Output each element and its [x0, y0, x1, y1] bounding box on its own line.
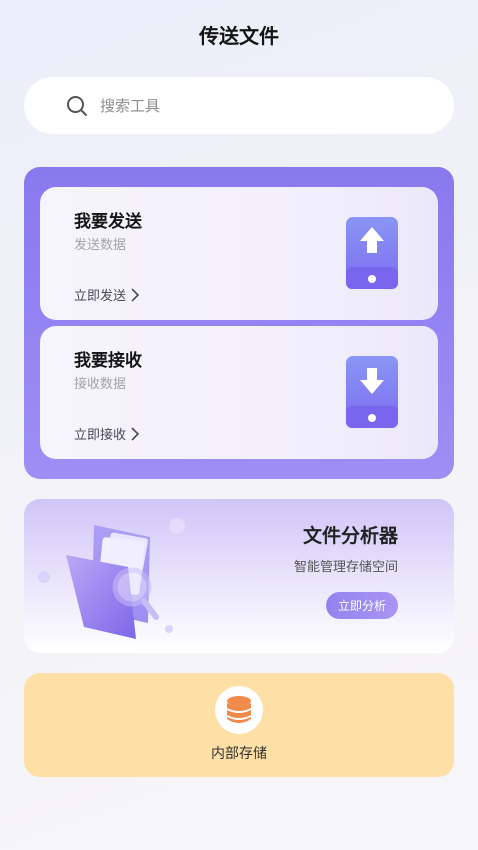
- page-title: 传送文件: [199, 24, 279, 48]
- chevron-right-icon: [131, 287, 140, 302]
- send-card[interactable]: 我要发送 发送数据 立即发送: [40, 187, 438, 320]
- analyzer-title: 文件分析器: [302, 525, 398, 547]
- send-title: 我要发送: [74, 212, 142, 232]
- chevron-right-icon: [131, 426, 140, 441]
- folder-magnifier-icon: [38, 518, 185, 639]
- receive-now-link[interactable]: 立即接收: [74, 424, 140, 443]
- search-placeholder: 搜索工具: [100, 97, 161, 115]
- file-analyzer-card[interactable]: 文件分析器 智能管理存储空间 立即分析: [24, 499, 454, 653]
- storage-icon-wrapper: [215, 686, 263, 734]
- analyze-now-button[interactable]: 立即分析: [326, 592, 398, 619]
- transfer-panel: 我要发送 发送数据 立即发送 我要接收 接收数据 立即接收: [24, 167, 454, 479]
- search-bar[interactable]: 搜索工具: [24, 77, 454, 134]
- search-icon: [67, 95, 87, 116]
- send-now-link[interactable]: 立即发送: [74, 285, 140, 304]
- send-subtitle: 发送数据: [74, 238, 127, 253]
- send-now-label: 立即发送: [74, 289, 127, 304]
- internal-storage-label: 内部存储: [211, 746, 267, 762]
- upload-phone-icon: [346, 217, 398, 289]
- receive-title: 我要接收: [74, 351, 142, 371]
- download-phone-icon: [346, 356, 398, 428]
- internal-storage-card[interactable]: 内部存储: [24, 673, 454, 777]
- analyzer-subtitle: 智能管理存储空间: [293, 560, 398, 575]
- receive-now-label: 立即接收: [74, 428, 127, 443]
- receive-card[interactable]: 我要接收 接收数据 立即接收: [40, 326, 438, 459]
- receive-subtitle: 接收数据: [74, 377, 127, 392]
- database-icon: [227, 696, 251, 723]
